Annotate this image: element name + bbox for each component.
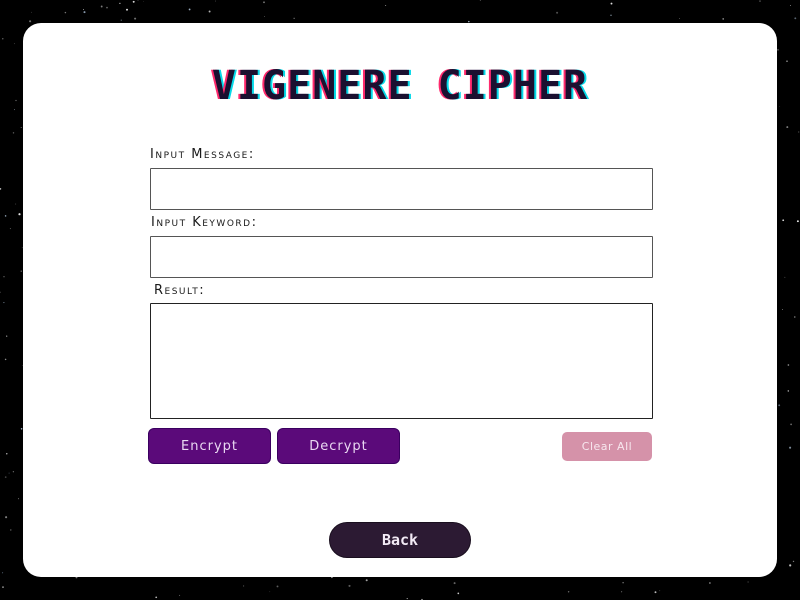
star: [782, 219, 785, 222]
star: [747, 581, 749, 583]
star: [12, 132, 15, 134]
star: [10, 529, 12, 531]
star: [106, 6, 108, 9]
star: [796, 220, 799, 223]
star: [789, 564, 792, 567]
star: [276, 585, 279, 588]
star: [778, 404, 781, 407]
star: [567, 591, 570, 593]
star: [784, 276, 786, 278]
back-button[interactable]: Back: [329, 522, 471, 558]
star: [12, 471, 15, 473]
star: [786, 126, 789, 129]
star: [31, 11, 32, 13]
star: [777, 48, 779, 51]
star: [2, 572, 4, 574]
star: [790, 423, 792, 426]
star: [385, 5, 387, 7]
star: [132, 0, 135, 3]
star: [214, 0, 216, 2]
star: [479, 0, 481, 2]
star: [722, 18, 725, 20]
star: [365, 579, 368, 582]
star: [264, 16, 265, 17]
star: [269, 591, 271, 593]
star: [64, 11, 67, 14]
star: [142, 1, 144, 2]
input-keyword-label: Input Keyword:: [151, 215, 258, 230]
star: [13, 43, 15, 45]
star: [3, 302, 5, 304]
star: [787, 390, 790, 392]
star: [622, 582, 624, 584]
star: [0, 291, 1, 293]
star: [6, 453, 8, 455]
star: [134, 17, 137, 20]
star: [621, 591, 623, 593]
star: [794, 17, 797, 20]
star: [17, 498, 20, 500]
star: [3, 276, 5, 278]
star: [2, 38, 4, 40]
star: [15, 203, 17, 205]
star: [126, 8, 128, 11]
star: [6, 335, 8, 337]
star: [610, 14, 612, 16]
input-message-label: Input Message:: [150, 147, 255, 162]
clear-all-button[interactable]: Clear All: [562, 432, 652, 461]
star: [790, 5, 791, 6]
result-label: Result:: [154, 283, 206, 298]
star: [155, 596, 158, 599]
star: [137, 0, 139, 1]
star: [83, 11, 86, 14]
star: [100, 5, 103, 8]
star: [759, 0, 761, 2]
star: [5, 516, 8, 519]
input-keyword-field[interactable]: [150, 236, 653, 278]
star: [781, 309, 783, 311]
star: [348, 584, 351, 587]
star: [4, 215, 7, 217]
star: [20, 270, 22, 272]
star: [208, 10, 211, 13]
star: [787, 364, 790, 366]
star: [709, 582, 711, 584]
star: [243, 585, 245, 587]
star: [789, 446, 792, 449]
star: [679, 18, 681, 20]
star: [406, 598, 408, 600]
encrypt-button[interactable]: Encrypt: [148, 428, 271, 464]
star: [8, 472, 10, 474]
star: [179, 594, 181, 596]
star: [0, 188, 2, 190]
star: [18, 213, 21, 216]
decrypt-button[interactable]: Decrypt: [277, 428, 400, 464]
star: [794, 316, 796, 318]
star: [83, 9, 85, 10]
star: [792, 560, 795, 563]
star: [20, 126, 22, 129]
star: [659, 590, 661, 592]
star: [457, 592, 460, 595]
star: [263, 1, 265, 4]
star: [4, 358, 7, 361]
input-message-field[interactable]: [150, 168, 653, 210]
star: [9, 228, 11, 230]
page-title: VIGENERE CIPHER: [211, 63, 589, 109]
star: [654, 591, 657, 594]
star: [293, 17, 295, 19]
star: [119, 2, 121, 5]
star: [798, 131, 800, 133]
star: [188, 8, 191, 11]
star: [556, 11, 559, 14]
star: [120, 19, 122, 21]
star: [29, 20, 32, 23]
star: [4, 476, 7, 478]
star: [2, 586, 4, 588]
star: [610, 2, 613, 5]
result-textarea[interactable]: [150, 303, 653, 419]
star: [453, 582, 456, 585]
